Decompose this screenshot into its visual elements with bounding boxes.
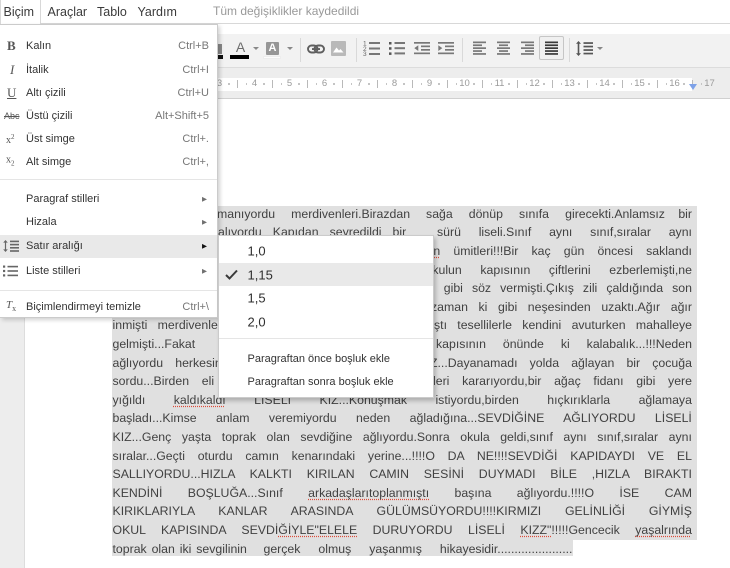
svg-text:3: 3 [363, 51, 367, 56]
